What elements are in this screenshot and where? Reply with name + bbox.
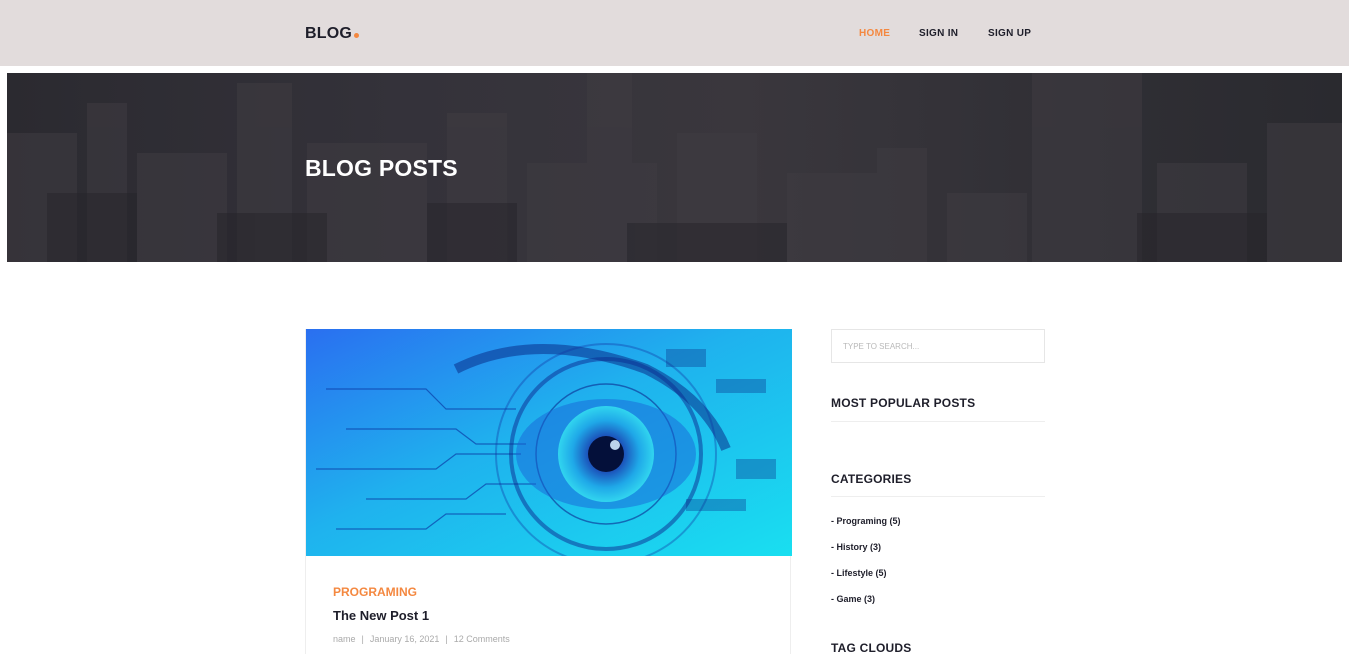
cyber-eye-illustration (306, 329, 792, 556)
nav-sign-up-link[interactable]: SIGN UP (988, 28, 1031, 39)
top-navbar: BLOG HOME SIGN IN SIGN UP (0, 0, 1349, 66)
page-title: BLOG POSTS (305, 155, 458, 181)
nav-sign-in-link[interactable]: SIGN IN (919, 28, 958, 39)
post-meta: name | January 16, 2021 | 12 Comments (333, 634, 510, 644)
tag-clouds-heading: TAG CLOUDS (831, 641, 912, 654)
meta-separator: | (445, 634, 448, 644)
most-popular-heading: MOST POPULAR POSTS (831, 396, 976, 410)
category-link-game[interactable]: - Game (3) (831, 594, 875, 604)
category-link-lifestyle[interactable]: - Lifestyle (5) (831, 568, 887, 578)
post-author[interactable]: name (333, 634, 356, 644)
site-logo-text[interactable]: BLOG (305, 25, 352, 42)
post-thumbnail-image[interactable] (306, 329, 792, 556)
category-link-programing[interactable]: - Programing (5) (831, 516, 901, 526)
divider (831, 496, 1045, 497)
divider (831, 421, 1045, 422)
categories-heading: CATEGORIES (831, 472, 912, 486)
post-category[interactable]: PROGRAMING (333, 585, 417, 599)
post-date: January 16, 2021 (369, 634, 440, 644)
page-heading-banner: BLOG POSTS (7, 73, 1342, 262)
logo-dot-icon (354, 33, 360, 38)
category-link-history[interactable]: - History (3) (831, 542, 881, 552)
post-comments-link[interactable]: 12 Comments (454, 634, 510, 644)
search-input[interactable] (831, 329, 1045, 363)
post-title-link[interactable]: The New Post 1 (333, 608, 429, 623)
meta-separator: | (361, 634, 364, 644)
nav-home-link[interactable]: HOME (859, 28, 890, 39)
site-logo[interactable]: BLOG (305, 25, 360, 43)
city-skyline-background-image (7, 73, 1342, 262)
blog-post-card: PROGRAMING The New Post 1 name | January 1… (305, 329, 792, 654)
